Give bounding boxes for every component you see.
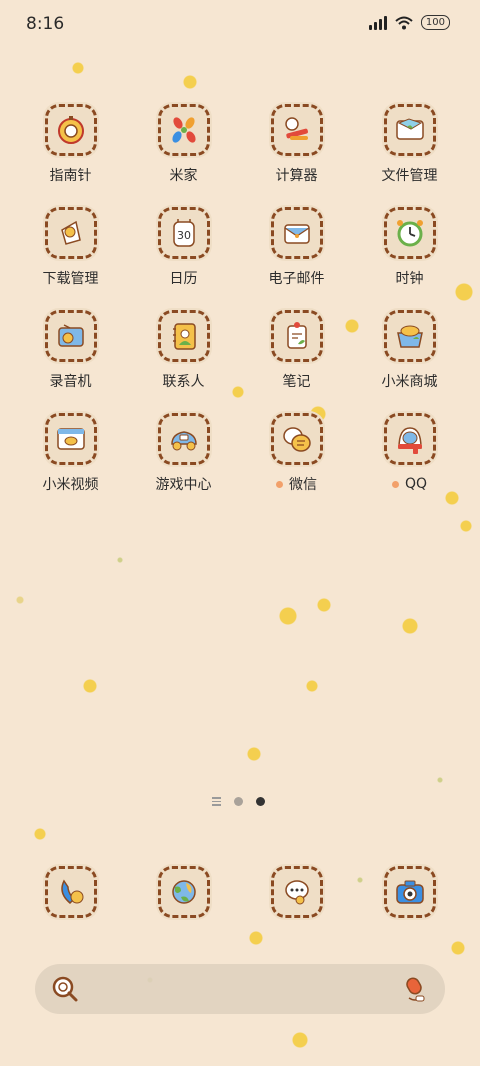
app-label: 录音机 (49, 374, 92, 390)
calendar-icon: 30 (172, 219, 195, 247)
app-calculator[interactable]: 计算器 (240, 104, 353, 184)
dock (14, 866, 466, 918)
app-mi-video[interactable]: 小米视频 (14, 413, 127, 493)
page-dot-1[interactable] (234, 797, 243, 806)
phone-icon (60, 879, 83, 905)
app-game-center[interactable]: 游戏中心 (127, 413, 240, 493)
app-label: 下载管理 (42, 271, 99, 287)
app-wechat[interactable]: 微信 (240, 413, 353, 493)
recorder-icon (57, 324, 84, 347)
app-label: 笔记 (282, 374, 311, 390)
qq-icon (397, 427, 422, 454)
search-bar[interactable] (35, 964, 445, 1014)
wechat-icon (282, 427, 311, 452)
app-label: 日历 (169, 271, 198, 287)
app-label: 指南针 (49, 168, 92, 184)
folder-icon (395, 118, 424, 140)
contacts-icon (172, 323, 196, 350)
app-file-manager[interactable]: 文件管理 (353, 104, 466, 184)
battery-icon: 100 (420, 15, 450, 30)
app-mi-store[interactable]: 小米商城 (353, 310, 466, 390)
game-center-icon (170, 431, 197, 451)
svg-text:30: 30 (177, 229, 191, 242)
notes-icon (286, 322, 307, 349)
download-icon (60, 220, 81, 245)
page-dot-2-active[interactable] (256, 797, 265, 806)
app-email[interactable]: 电子邮件 (240, 207, 353, 287)
app-mi-home[interactable]: 米家 (127, 104, 240, 184)
search-input[interactable] (91, 978, 395, 1002)
app-list-menu-icon[interactable] (212, 797, 221, 806)
app-label: 小米商城 (381, 374, 438, 390)
app-grid: 指南针 米家 计算器 文件管理 下载管理 30 日历 电子邮件 时钟 录音机 联… (14, 104, 466, 493)
calculator-icon (284, 117, 308, 140)
voice-search-icon[interactable] (399, 974, 429, 1004)
app-recorder[interactable]: 录音机 (14, 310, 127, 390)
app-label: 电子邮件 (268, 271, 325, 287)
app-clock[interactable]: 时钟 (353, 207, 466, 287)
email-icon (283, 224, 310, 244)
app-label: 计算器 (275, 168, 318, 184)
mi-store-icon (396, 325, 423, 348)
app-label: 游戏中心 (155, 477, 212, 493)
clock-icon (396, 220, 423, 247)
camera-icon (395, 880, 424, 904)
app-label: QQ (404, 476, 428, 492)
dock-messages[interactable] (240, 866, 353, 918)
app-download-manager[interactable]: 下载管理 (14, 207, 127, 287)
app-label: 米家 (169, 168, 198, 184)
app-notes[interactable]: 笔记 (240, 310, 353, 390)
status-bar: 8:16 100 (0, 0, 480, 50)
app-label: 文件管理 (381, 168, 438, 184)
compass-icon (57, 116, 84, 144)
app-label: 时钟 (395, 271, 424, 287)
mi-home-icon (171, 117, 196, 143)
page-indicator[interactable] (212, 797, 265, 806)
search-icon[interactable] (51, 975, 79, 1003)
app-label: 联系人 (162, 374, 205, 390)
status-time: 8:16 (26, 14, 65, 34)
dock-phone[interactable] (14, 866, 127, 918)
browser-icon (171, 880, 196, 904)
dock-camera[interactable] (353, 866, 466, 918)
mi-video-icon (56, 428, 85, 450)
new-indicator-dot (276, 480, 283, 488)
dock-browser[interactable] (127, 866, 240, 918)
app-calendar[interactable]: 30 日历 (127, 207, 240, 287)
wifi-icon (395, 16, 413, 29)
app-label: 小米视频 (42, 477, 99, 493)
app-label: 微信 (289, 477, 317, 493)
new-indicator-dot (391, 480, 399, 488)
app-contacts[interactable]: 联系人 (127, 310, 240, 390)
app-compass[interactable]: 指南针 (14, 104, 127, 184)
messages-icon (284, 880, 309, 905)
signal-icon (368, 15, 387, 30)
app-qq[interactable]: QQ (353, 413, 466, 493)
